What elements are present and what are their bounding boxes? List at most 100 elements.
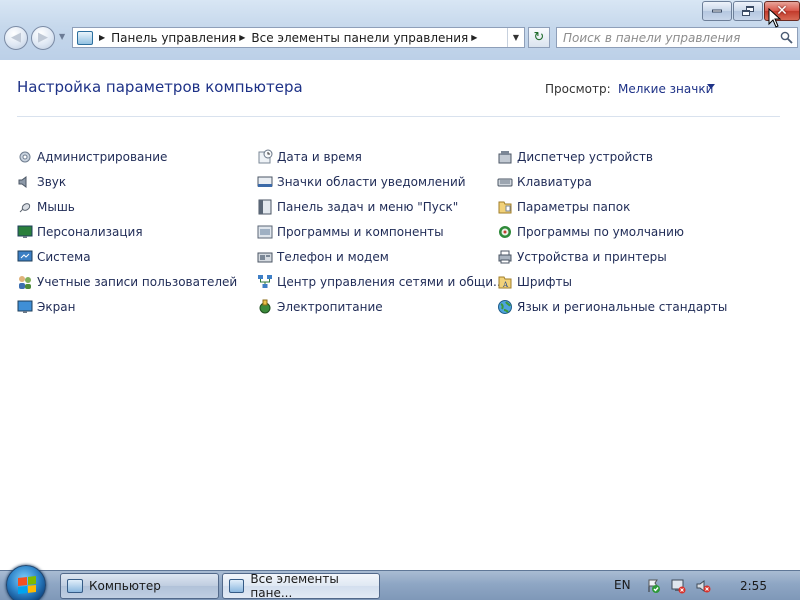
item-label: Клавиатура <box>517 174 592 189</box>
recent-pages-dropdown[interactable]: ▼ <box>59 32 65 41</box>
breadcrumb-chevron-icon[interactable]: ▶ <box>471 33 477 42</box>
item-label: Экран <box>37 299 76 314</box>
volume-muted-icon[interactable] <box>695 578 711 594</box>
item-notification-icons[interactable]: Значки области уведомлений <box>257 169 504 194</box>
item-label: Шрифты <box>517 274 572 289</box>
item-programs-features[interactable]: Программы и компоненты <box>257 219 504 244</box>
item-user-accounts[interactable]: Учетные записи пользователей <box>17 269 237 294</box>
folder-options-icon <box>498 201 512 213</box>
item-label: Программы по умолчанию <box>517 224 685 239</box>
svg-text:A: A <box>502 281 509 289</box>
printer-icon <box>498 250 512 263</box>
language-indicator[interactable]: EN <box>614 578 631 592</box>
default-programs-icon <box>499 225 511 238</box>
window-controls: ✕ <box>702 1 800 21</box>
personalization-icon <box>17 225 33 238</box>
taskbar: Компьютер Все элементы пане... EN 2:55 <box>0 565 800 600</box>
item-folder-options[interactable]: Параметры папок <box>497 194 727 219</box>
item-devices-printers[interactable]: Устройства и принтеры <box>497 244 727 269</box>
item-keyboard[interactable]: Клавиатура <box>497 169 727 194</box>
items-column-1: Администрирование Звук Мышь Персонализац… <box>17 144 237 319</box>
windows-logo-icon <box>18 576 36 594</box>
power-icon <box>259 299 271 313</box>
item-label: Администрирование <box>37 149 168 164</box>
item-phone-modem[interactable]: Телефон и модем <box>257 244 504 269</box>
taskbar-button-control-panel[interactable]: Все элементы пане... <box>222 572 380 600</box>
restore-button[interactable] <box>733 1 763 21</box>
breadcrumb-chevron-icon[interactable]: ▶ <box>99 33 105 42</box>
item-sound[interactable]: Звук <box>17 169 237 194</box>
search-icon[interactable] <box>780 31 793 44</box>
control-panel-icon <box>77 30 93 45</box>
taskbar-clock[interactable]: 2:55 <box>740 579 767 593</box>
item-mouse[interactable]: Мышь <box>17 194 237 219</box>
address-dropdown-icon[interactable]: ▼ <box>507 28 524 47</box>
item-personalization[interactable]: Персонализация <box>17 219 237 244</box>
speaker-icon <box>18 175 27 188</box>
item-network-sharing-center[interactable]: Центр управления сетями и общи... <box>257 269 504 294</box>
network-icon <box>258 274 272 288</box>
back-arrow-icon: ◀ <box>11 30 21 46</box>
item-administration[interactable]: Администрирование <box>17 144 237 169</box>
item-label: Параметры папок <box>517 199 631 214</box>
item-display[interactable]: Экран <box>17 294 237 319</box>
window-titlebar: ✕ ◀ ▶ ▼ ▶ Панель управления ▶ Все элемен… <box>0 0 800 60</box>
action-center-flag-icon[interactable] <box>645 578 661 594</box>
fonts-icon: A <box>498 276 512 289</box>
item-default-programs[interactable]: Программы по умолчанию <box>497 219 727 244</box>
breadcrumb-chevron-icon[interactable]: ▶ <box>239 33 245 42</box>
refresh-button[interactable]: ↻ <box>528 27 550 48</box>
item-device-manager[interactable]: Диспетчер устройств <box>497 144 727 169</box>
admin-tools-icon <box>19 151 31 162</box>
item-label: Язык и региональные стандарты <box>517 299 728 314</box>
item-label: Мышь <box>37 199 75 214</box>
header-divider <box>17 116 780 117</box>
item-label: Диспетчер устройств <box>517 149 654 164</box>
items-column-3: Диспетчер устройств Клавиатура Параметры… <box>497 144 727 319</box>
item-label: Центр управления сетями и общи... <box>277 274 505 289</box>
item-label: Телефон и модем <box>277 249 389 264</box>
phone-modem-icon <box>257 252 273 262</box>
view-mode-selector[interactable]: Мелкие значки <box>618 82 713 96</box>
clock-icon <box>258 149 273 163</box>
address-bar[interactable]: ▶ Панель управления ▶ Все элементы панел… <box>72 27 525 48</box>
forward-button[interactable]: ▶ <box>31 26 55 50</box>
item-power-options[interactable]: Электропитание <box>257 294 504 319</box>
item-region-language[interactable]: Язык и региональные стандарты <box>497 294 727 319</box>
page-title: Настройка параметров компьютера <box>17 78 303 96</box>
refresh-icon: ↻ <box>533 30 545 45</box>
network-status-icon[interactable] <box>670 578 686 594</box>
breadcrumb-all-items[interactable]: Все элементы панели управления <box>251 31 468 45</box>
system-icon <box>17 250 33 261</box>
search-placeholder: Поиск в панели управления <box>563 31 741 45</box>
item-system[interactable]: Система <box>17 244 237 269</box>
item-label: Персонализация <box>37 224 143 239</box>
item-date-time[interactable]: Дата и время <box>257 144 504 169</box>
search-input[interactable]: Поиск в панели управления <box>556 27 798 48</box>
minimize-button[interactable] <box>702 1 732 21</box>
mouse-cursor-icon <box>768 8 782 28</box>
globe-icon <box>498 299 512 314</box>
display-icon <box>17 300 33 313</box>
item-label: Электропитание <box>277 299 383 314</box>
item-fonts[interactable]: A Шрифты <box>497 269 727 294</box>
keyboard-icon <box>497 178 513 186</box>
view-label: Просмотр: <box>545 82 611 96</box>
item-label: Дата и время <box>277 149 362 164</box>
taskbar-button-computer[interactable]: Компьютер <box>60 573 219 599</box>
item-label: Устройства и принтеры <box>517 249 667 264</box>
item-taskbar-start-menu[interactable]: Панель задач и меню "Пуск" <box>257 194 504 219</box>
minimize-icon <box>712 9 722 13</box>
breadcrumb-control-panel[interactable]: Панель управления <box>111 31 236 45</box>
back-button[interactable]: ◀ <box>4 26 28 50</box>
forward-arrow-icon: ▶ <box>38 30 48 46</box>
chevron-down-icon[interactable] <box>707 84 715 89</box>
start-button[interactable] <box>6 565 46 600</box>
item-label: Программы и компоненты <box>277 224 444 239</box>
device-manager-icon <box>498 150 512 163</box>
control-panel-icon <box>229 579 245 593</box>
items-column-2: Дата и время Значки области уведомлений … <box>257 144 504 319</box>
item-label: Звук <box>37 174 67 189</box>
restore-icon <box>742 6 754 16</box>
taskbar-icon <box>258 199 272 214</box>
